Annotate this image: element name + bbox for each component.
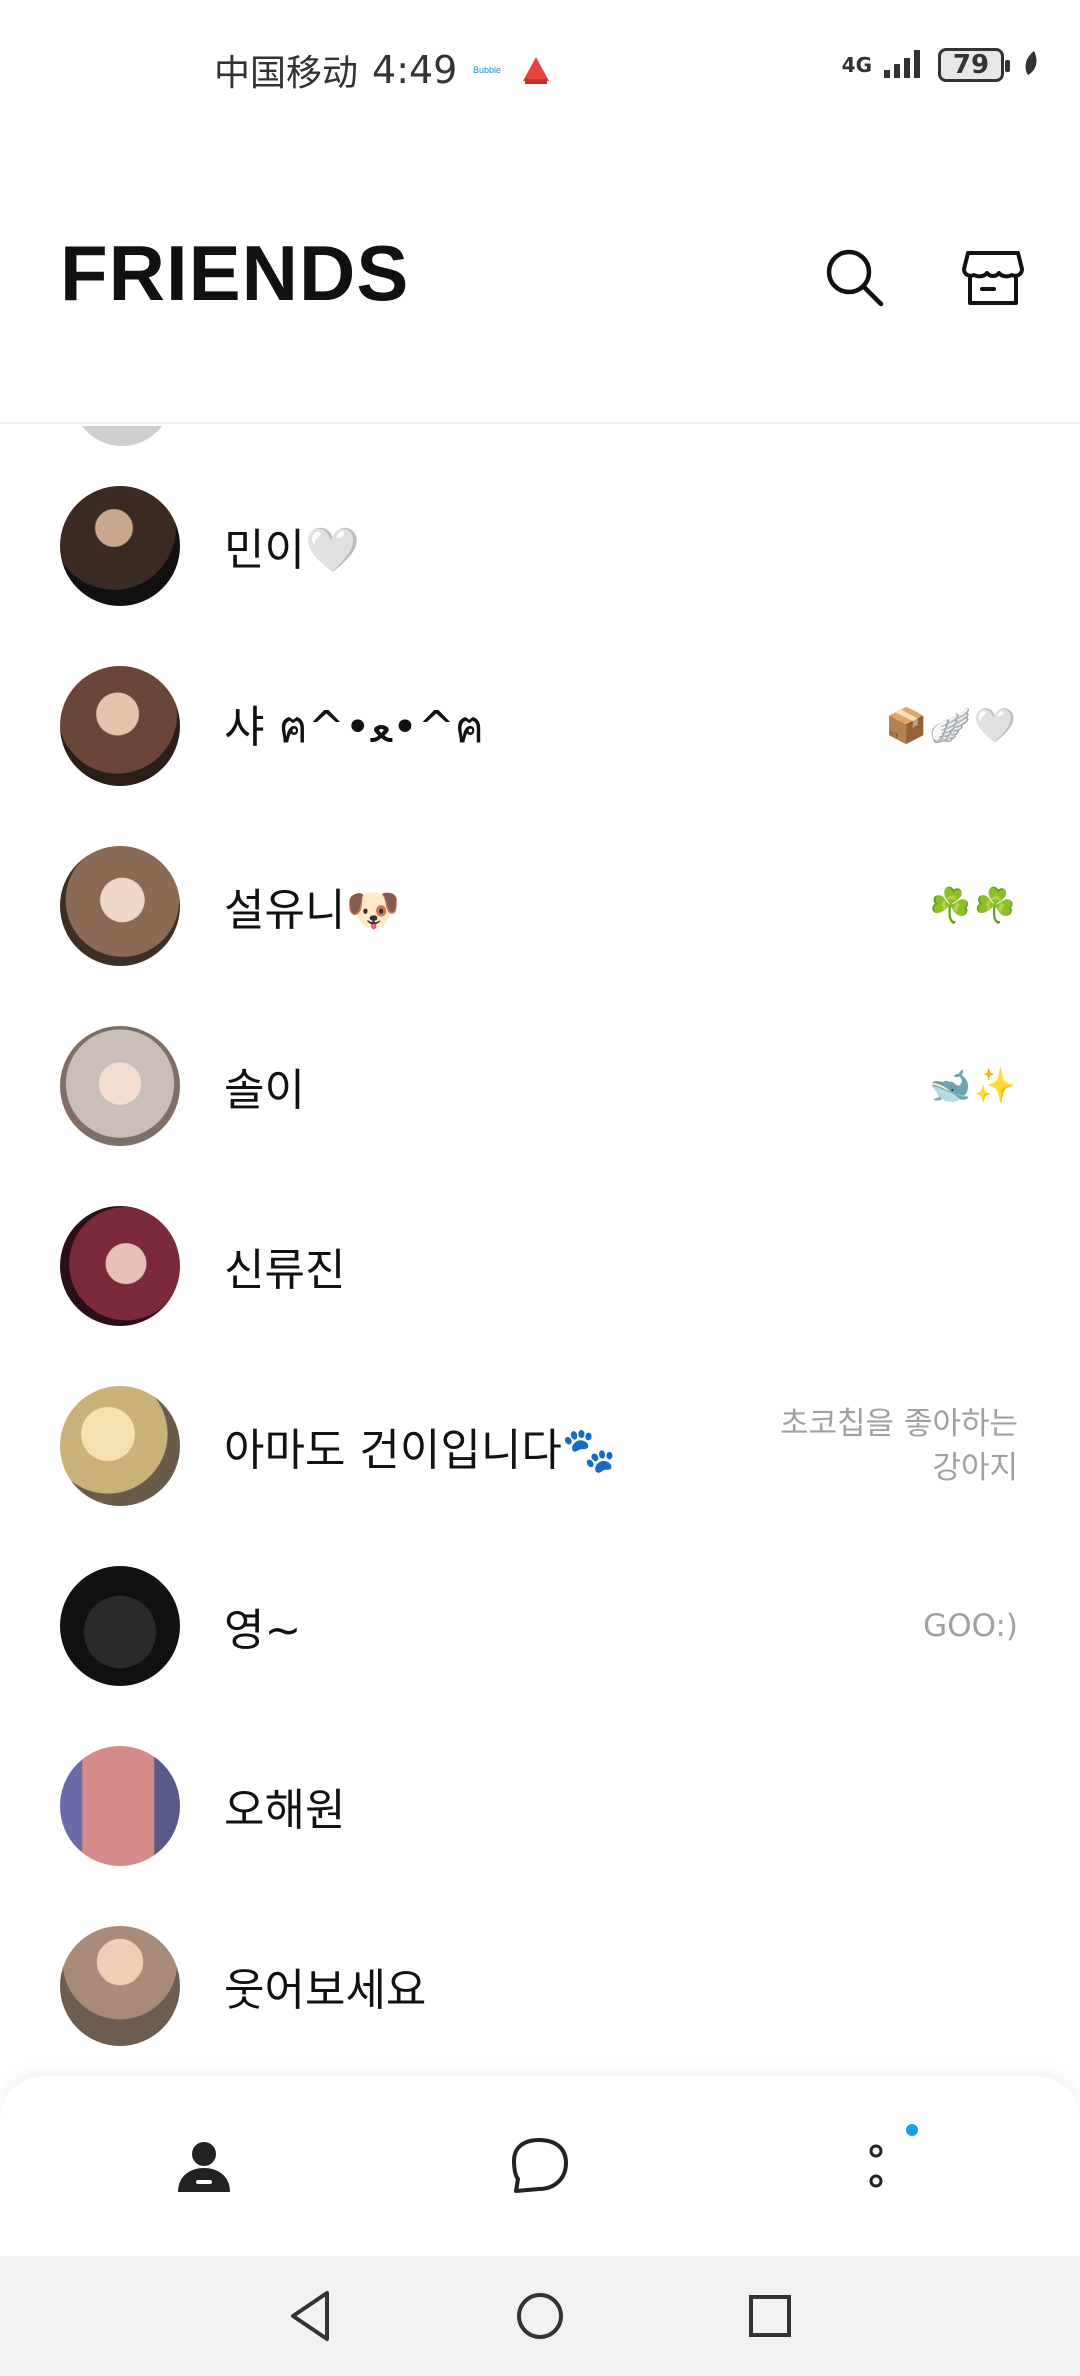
back-triangle-icon [291,2291,329,2341]
tab-more[interactable] [816,2076,936,2256]
carrier-label: 中国移动 [214,53,359,94]
friend-name: 민이🤍 [224,525,360,576]
avatar[interactable] [60,1206,180,1326]
leaf-icon [1022,49,1040,81]
friend-name: 웃어보세요 [224,1965,427,2016]
search-icon [826,249,884,307]
friend-row[interactable]: 신류진 [0,1176,1080,1356]
status-bar: 中国移动 4:49 Bubble 4G 79 [0,0,1080,140]
friend-row[interactable]: 아마도 건이입니다🐾 초코칩을 좋아하는 강아지 [0,1356,1080,1536]
home-circle-icon [517,2293,563,2339]
friend-row[interactable]: 웃어보세요 [0,1896,1080,2076]
network-type: 4G [841,53,872,77]
chat-bubble-icon [512,2138,568,2193]
friend-name: 솔이 [224,1065,305,1116]
friend-name: 신류진 [224,1245,346,1296]
avatar[interactable] [60,666,180,786]
notification-app-icon [519,53,553,87]
status-message: 초코칩을 좋아하는 강아지 [780,1402,1018,1490]
avatar[interactable] [60,1926,180,2046]
friend-name: 아마도 건이입니다🐾 [224,1425,617,1476]
friend-row[interactable]: 오해원 [0,1716,1080,1896]
status-message: ☘️☘️ [929,886,1018,926]
friend-row[interactable]: 영~ GOO:) [0,1536,1080,1716]
battery-indicator: 79 [938,48,1010,82]
friend-list[interactable]: 민이🤍 샤 ฅ^•ﻌ•^ฅ 📦🪽🤍 설유니🐶 ☘️☘️ 솔이 🐋✨ 신류진 아마… [0,426,1080,2076]
svg-text:Bubble: Bubble [473,65,501,75]
status-line: 초코칩을 좋아하는 [779,1406,1018,1442]
clock: 4:49 [372,48,458,92]
more-dots-icon [869,2144,883,2188]
status-line: 강아지 [932,1450,1018,1486]
person-icon [178,2142,230,2192]
home-button[interactable] [500,2276,580,2356]
recents-button[interactable] [730,2276,810,2356]
friend-row[interactable]: 솔이 🐋✨ [0,996,1080,1176]
tab-chats[interactable] [479,2076,599,2256]
friend-row[interactable]: 설유니🐶 ☘️☘️ [0,816,1080,996]
bubble-app-icon: Bubble [471,53,505,87]
avatar[interactable] [60,1746,180,1866]
status-message: 🐋✨ [929,1066,1018,1106]
friend-name: 오해원 [224,1785,346,1836]
avatar[interactable] [60,1386,180,1506]
search-button[interactable] [815,238,895,318]
system-navigation-bar [0,2256,1080,2376]
tab-friends[interactable] [144,2076,264,2256]
avatar[interactable] [60,1566,180,1686]
avatar[interactable] [60,486,180,606]
friend-name: 설유니🐶 [224,885,401,936]
status-right: 4G 79 [842,46,1040,84]
signal-icon [882,46,928,84]
recents-square-icon [749,2295,791,2337]
page-title: FRIENDS [60,229,410,317]
status-message: GOO:) [923,1608,1018,1644]
friend-row[interactable]: 민이🤍 [0,456,1080,636]
status-message: 📦🪽🤍 [884,706,1018,746]
friend-row[interactable]: 샤 ฅ^•ﻌ•^ฅ 📦🪽🤍 [0,636,1080,816]
avatar[interactable] [72,426,172,446]
shop-icon [962,251,1024,305]
avatar[interactable] [60,1026,180,1146]
app-header: FRIENDS [0,140,1080,424]
back-button[interactable] [270,2276,350,2356]
friend-name: 샤 ฅ^•ﻌ•^ฅ [224,701,485,753]
bottom-tab-bar [0,2076,1080,2256]
shop-button[interactable] [953,238,1033,318]
friend-name: 영~ [224,1605,302,1656]
status-left: 中国移动 4:49 Bubble [214,44,553,96]
avatar[interactable] [60,846,180,966]
new-badge-dot [906,2124,918,2136]
